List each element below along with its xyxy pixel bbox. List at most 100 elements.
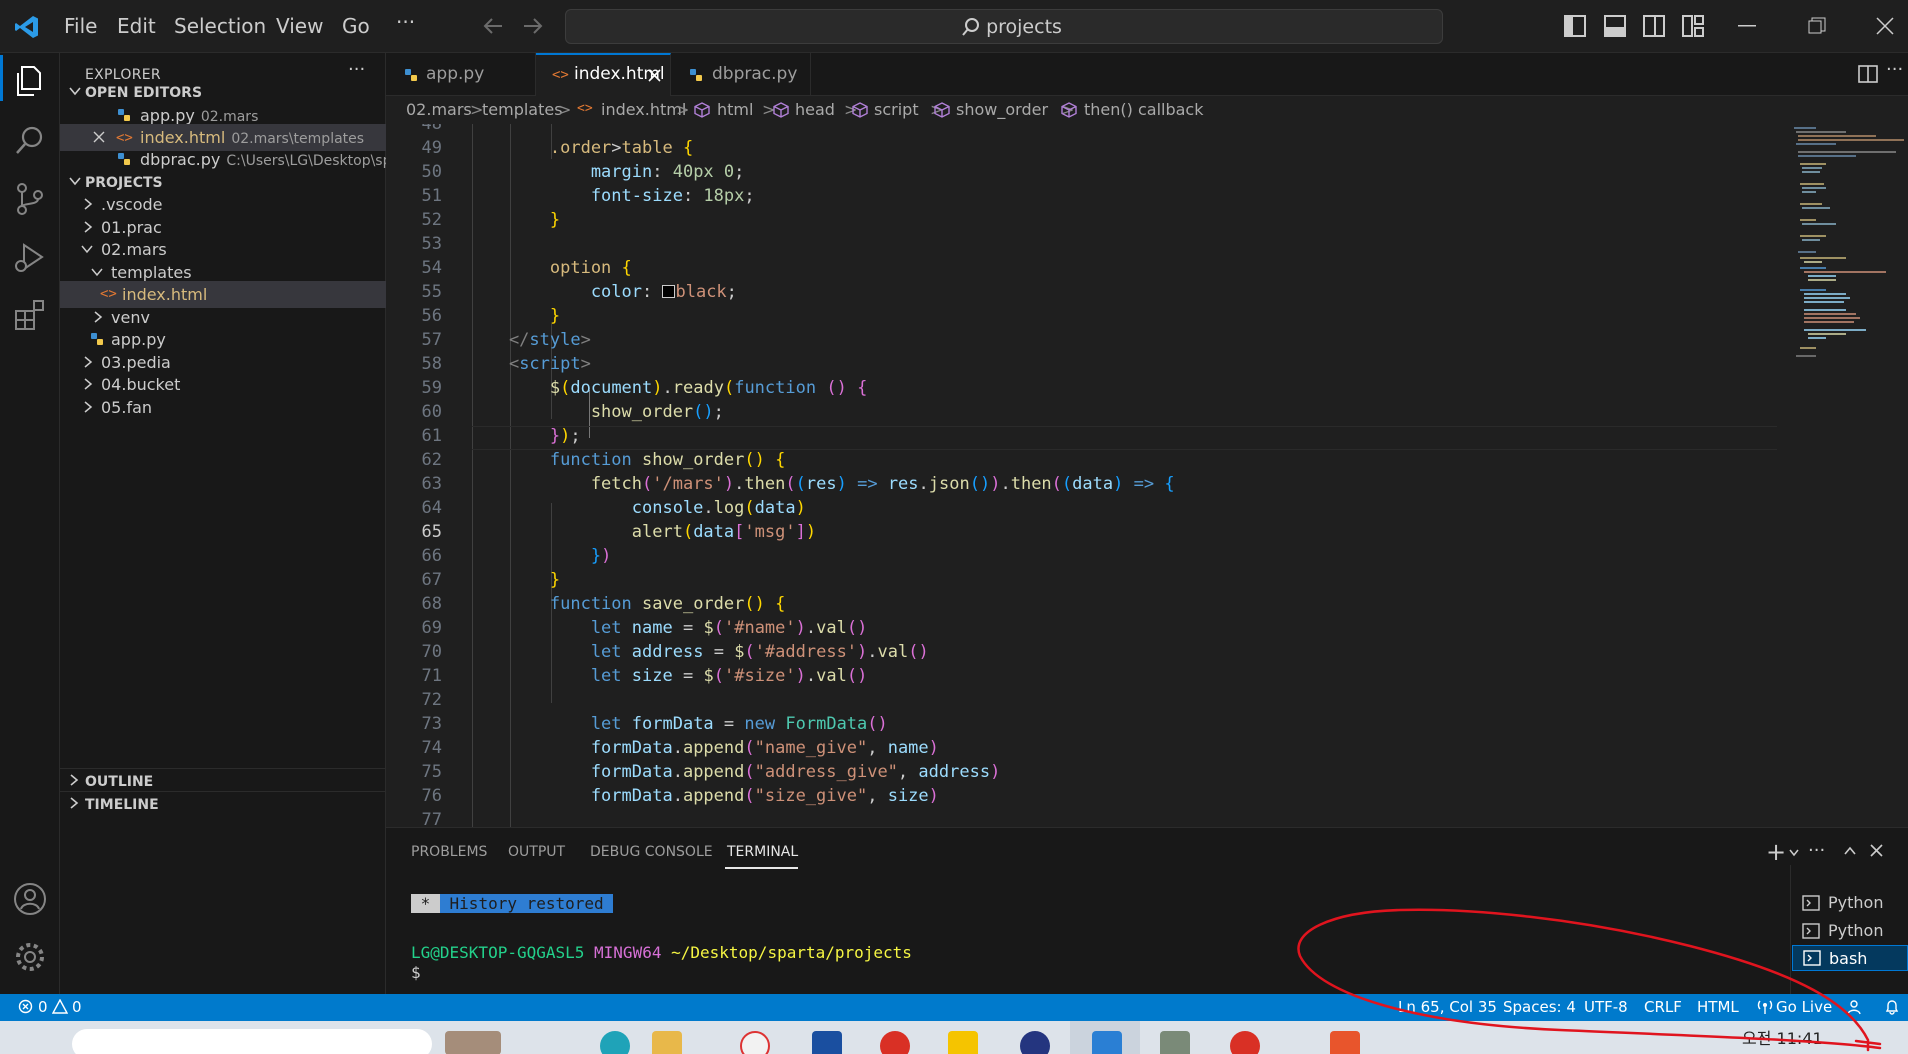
taskbar-app-icon[interactable] — [1020, 1031, 1050, 1054]
menu-selection[interactable]: Selection — [174, 14, 266, 38]
customize-layout-icon[interactable] — [1682, 15, 1704, 37]
breadcrumb-item[interactable]: show_order — [956, 100, 1048, 119]
minimap[interactable] — [1786, 124, 1908, 827]
close-icon[interactable] — [93, 131, 105, 143]
terminal-list-item[interactable]: Python — [1792, 890, 1908, 916]
terminal-list-item[interactable]: Python — [1792, 918, 1908, 944]
accounts-feedback-icon[interactable] — [1846, 999, 1862, 1015]
tab-debug-console[interactable]: DEBUG CONSOLE — [590, 844, 713, 860]
account-icon[interactable] — [12, 881, 48, 917]
line-number: 54 — [421, 258, 442, 278]
toggle-panel-icon[interactable] — [1604, 15, 1626, 37]
python-file-icon — [117, 152, 131, 166]
breadcrumb-item[interactable]: 02.mars — [406, 100, 472, 119]
breadcrumb-item[interactable]: templates — [482, 100, 563, 119]
split-editor-icon[interactable] — [1858, 65, 1878, 83]
open-editor-desc: C:\Users\LG\Desktop\sp... — [226, 153, 405, 169]
line-number: 55 — [421, 282, 442, 302]
command-center-search[interactable]: projects — [565, 9, 1443, 44]
indentation[interactable]: Spaces: 4 — [1503, 998, 1576, 1016]
file-explorer-icon[interactable] — [652, 1031, 682, 1054]
breadcrumb-item[interactable]: script — [874, 100, 919, 119]
open-editor-desc: 02.mars — [200, 109, 259, 125]
python-file-icon — [689, 68, 703, 82]
close-icon[interactable] — [648, 69, 661, 82]
code-line: 58 <script> — [386, 354, 1786, 378]
taskbar-app-icon[interactable] — [812, 1031, 842, 1054]
symbol-method-icon — [1061, 102, 1077, 118]
warning-count[interactable]: 0 — [72, 998, 82, 1016]
tab-dbprac-py[interactable]: dbprac.py — [671, 53, 811, 96]
explorer-icon[interactable] — [12, 63, 48, 99]
terminal-more-button[interactable]: ··· — [1808, 840, 1825, 861]
notifications-bell-icon[interactable] — [1884, 999, 1900, 1015]
encoding[interactable]: UTF-8 — [1584, 998, 1628, 1016]
timeline-section[interactable]: TIMELINE — [60, 791, 386, 817]
tab-app-py[interactable]: app.py — [386, 53, 536, 96]
taskbar-app-icon[interactable] — [948, 1031, 978, 1054]
menu-more-button[interactable]: ··· — [396, 10, 415, 34]
menu-edit[interactable]: Edit — [117, 14, 156, 38]
taskbar-widget-image[interactable] — [445, 1031, 501, 1054]
error-count[interactable]: 0 — [38, 998, 48, 1016]
toggle-primary-sidebar-icon[interactable] — [1564, 15, 1586, 37]
open-editor-item[interactable]: dbprac.py C:\Users\LG\Desktop\sp... — [60, 146, 405, 173]
menu-file[interactable]: File — [64, 14, 97, 38]
extensions-icon[interactable] — [12, 297, 48, 333]
terminal-input-line[interactable]: $ — [411, 963, 421, 982]
settings-gear-icon[interactable] — [12, 939, 48, 975]
new-terminal-icon[interactable]: + — [1766, 838, 1786, 866]
terminal-list-item-selected[interactable]: bash — [1792, 945, 1908, 971]
html-file-icon: <> — [552, 67, 569, 83]
tab-terminal[interactable]: TERMINAL — [727, 844, 798, 860]
breadcrumb-item[interactable]: then() callback — [1084, 100, 1203, 119]
source-control-icon[interactable] — [12, 181, 48, 217]
taskbar-app-icon[interactable] — [740, 1031, 770, 1054]
editor-more-button[interactable]: ··· — [1886, 59, 1903, 80]
minimize-icon[interactable] — [1738, 25, 1756, 27]
taskbar-clock[interactable]: 오전 11:41 — [1742, 1025, 1823, 1049]
restore-icon[interactable] — [1808, 17, 1826, 35]
vscode-taskbar-icon[interactable] — [1092, 1031, 1122, 1054]
line-number: 74 — [421, 738, 442, 758]
warning-icon[interactable] — [52, 999, 68, 1014]
toggle-secondary-sidebar-icon[interactable] — [1643, 15, 1665, 37]
breadcrumb-item[interactable]: index.html — [601, 100, 686, 119]
error-icon[interactable] — [18, 999, 33, 1014]
tree-folder[interactable]: 05.fan — [60, 394, 386, 421]
search-icon[interactable] — [12, 123, 48, 159]
taskbar-app-icon[interactable] — [1330, 1031, 1360, 1054]
close-window-icon[interactable] — [1876, 17, 1894, 35]
tab-index-html[interactable]: <> index.html — [536, 53, 671, 96]
taskbar-app-icon[interactable] — [1230, 1031, 1260, 1054]
tab-problems[interactable]: PROBLEMS — [411, 844, 487, 860]
tab-output[interactable]: OUTPUT — [508, 844, 565, 860]
close-panel-icon[interactable] — [1870, 844, 1883, 857]
run-debug-icon[interactable] — [12, 239, 48, 275]
line-number: 52 — [421, 210, 442, 230]
breadcrumb-item[interactable]: html — [717, 100, 753, 119]
menu-view[interactable]: View — [276, 14, 323, 38]
taskbar-search-box[interactable] — [72, 1029, 432, 1054]
forward-arrow-icon[interactable] — [522, 16, 544, 36]
maximize-panel-icon[interactable] — [1843, 846, 1857, 856]
sidebar-more-button[interactable]: ··· — [348, 59, 365, 80]
taskbar-app-icon[interactable] — [600, 1031, 630, 1054]
code-editor[interactable]: 48 49 .order>table { 50 margin: 40px 0; … — [386, 124, 1908, 827]
vscode-logo-icon[interactable] — [14, 14, 40, 40]
language-mode[interactable]: HTML — [1697, 998, 1739, 1016]
html-file-icon: <> — [116, 130, 133, 146]
line-ending[interactable]: CRLF — [1644, 998, 1682, 1016]
chevron-down-icon[interactable] — [1788, 848, 1800, 858]
status-bar: 0 0 Ln 65, Col 35 Spaces: 4 UTF-8 CRLF H… — [0, 994, 1908, 1021]
back-arrow-icon[interactable] — [482, 16, 504, 36]
breadcrumb-item[interactable]: head — [795, 100, 835, 119]
go-live-button[interactable]: Go Live — [1776, 998, 1832, 1016]
taskbar-app-icon[interactable] — [1160, 1031, 1190, 1054]
cursor-position[interactable]: Ln 65, Col 35 — [1398, 998, 1497, 1016]
python-file-icon — [404, 68, 418, 82]
menu-go[interactable]: Go — [342, 14, 370, 38]
code-line: 54 option { — [386, 258, 1786, 282]
taskbar-app-icon[interactable] — [880, 1031, 910, 1054]
code-line: 66 }) — [386, 546, 1786, 570]
